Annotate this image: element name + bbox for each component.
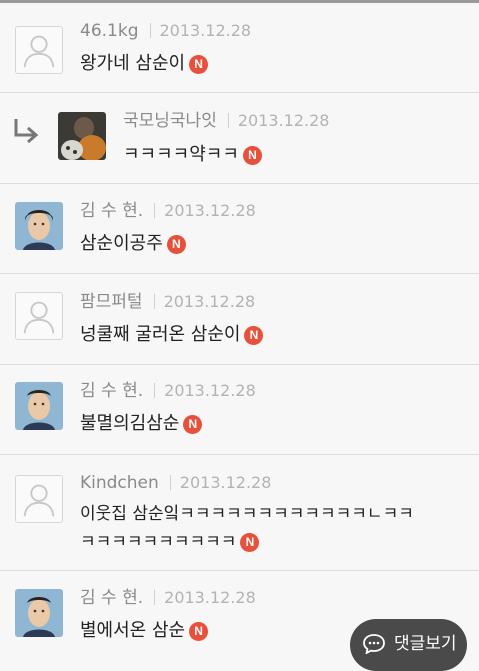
comment-text: 넝쿨째 굴러온 삼순이 N [80, 321, 264, 349]
new-badge: N [189, 622, 209, 641]
comment-body-line: ㅋㅋㅋㅋㅋㅋㅋㅋㅋㅋ [80, 532, 237, 552]
view-comments-label: 댓글보기 [394, 634, 457, 654]
comment-meta: 김 수 현. 2013.12.28 [80, 586, 256, 610]
new-badge: N [244, 326, 264, 345]
comment-body: 왕가네 삼순이 [80, 53, 186, 74]
meta-divider [149, 23, 151, 38]
comment-text: 불멸의김삼순 N [80, 410, 203, 438]
reply-arrow-icon [14, 119, 39, 144]
comment-body: 불멸의김삼순 [80, 413, 180, 434]
new-badge: N [166, 235, 186, 254]
new-badge: N [183, 415, 203, 434]
comment-date: 2013.12.28 [164, 588, 256, 607]
comment-item[interactable]: 김 수 현. 2013.12.28 삼순이공주 N [0, 184, 479, 274]
new-badge: N [189, 55, 209, 74]
author-name[interactable]: 팜므퍼털 [80, 292, 143, 312]
author-name[interactable]: Kindchen [80, 473, 159, 493]
author-name[interactable]: 국모닝국나잇 [123, 111, 217, 131]
comment-date: 2013.12.28 [164, 381, 256, 400]
comment-body-line: 이웃집 삼순잌ㅋㅋㅋㅋㅋㅋㅋㅋㅋㅋㅋㅋㄴㅋㅋ [80, 504, 414, 524]
comment-meta: 김 수 현. 2013.12.28 [80, 379, 256, 403]
comment-item[interactable]: Kindchen 2013.12.28 이웃집 삼순잌ㅋㅋㅋㅋㅋㅋㅋㅋㅋㅋㅋㅋㄴㅋ… [0, 455, 479, 571]
new-badge: N [240, 533, 260, 552]
comment-text: ㅋㅋㅋㅋ약ㅋㅋ N [123, 141, 262, 169]
chat-bubble-icon [363, 634, 385, 654]
comment-date: 2013.12.28 [163, 292, 256, 311]
meta-divider [153, 294, 155, 309]
comment-item[interactable]: 46.1kg 2013.12.28 왕가네 삼순이 N [0, 3, 479, 93]
comment-body: ㅋㅋㅋㅋ약ㅋㅋ [123, 144, 239, 165]
comment-item[interactable]: 김 수 현. 2013.12.28 불멸의김삼순 N [0, 365, 479, 455]
comment-meta: 팜므퍼털 2013.12.28 [80, 290, 255, 314]
comment-meta: 46.1kg 2013.12.28 [80, 19, 251, 43]
comment-text: 삼순이공주 N [80, 230, 186, 258]
meta-divider [154, 383, 156, 398]
comment-date: 2013.12.28 [237, 111, 330, 130]
author-name[interactable]: 김 수 현. [80, 588, 143, 608]
comment-date: 2013.12.28 [159, 21, 252, 40]
meta-divider [227, 113, 229, 128]
comment-meta: Kindchen 2013.12.28 [80, 471, 271, 495]
new-badge: N [242, 146, 262, 165]
comment-date: 2013.12.28 [164, 201, 256, 220]
comment-list: 46.1kg 2013.12.28 왕가네 삼순이 N 국모닝국나잇 2013.12.… [0, 3, 479, 663]
comment-text: 별에서온 삼순 N [80, 617, 209, 645]
default-avatar-icon[interactable] [15, 292, 63, 340]
meta-divider [154, 203, 156, 218]
reply-item[interactable]: 국모닝국나잇 2013.12.28 ㅋㅋㅋㅋ약ㅋㅋ N [0, 93, 479, 184]
author-name[interactable]: 김 수 현. [80, 381, 143, 401]
default-avatar-icon[interactable] [15, 475, 63, 523]
comment-text: 왕가네 삼순이 N [80, 50, 209, 78]
comment-body: 삼순이공주 [80, 233, 163, 254]
comment-meta: 국모닝국나잇 2013.12.28 [123, 109, 329, 133]
user-photo-avatar[interactable] [15, 589, 63, 637]
user-photo-avatar[interactable] [15, 202, 63, 250]
meta-divider [169, 475, 171, 490]
user-photo-avatar[interactable] [58, 112, 106, 160]
comment-item[interactable]: 팜므퍼털 2013.12.28 넝쿨째 굴러온 삼순이 N [0, 274, 479, 365]
user-photo-avatar[interactable] [15, 382, 63, 430]
comment-meta: 김 수 현. 2013.12.28 [80, 199, 256, 223]
author-name[interactable]: 김 수 현. [80, 201, 143, 221]
author-name[interactable]: 46.1kg [80, 21, 139, 41]
comment-date: 2013.12.28 [179, 473, 272, 492]
meta-divider [154, 590, 156, 605]
comment-body: 별에서온 삼순 [80, 620, 186, 641]
view-comments-button[interactable]: 댓글보기 [350, 619, 467, 671]
default-avatar-icon[interactable] [15, 26, 63, 74]
comment-text: 이웃집 삼순잌ㅋㅋㅋㅋㅋㅋㅋㅋㅋㅋㅋㅋㄴㅋㅋ ㅋㅋㅋㅋㅋㅋㅋㅋㅋㅋ N [80, 500, 414, 556]
comment-body: 넝쿨째 굴러온 삼순이 [80, 324, 241, 345]
